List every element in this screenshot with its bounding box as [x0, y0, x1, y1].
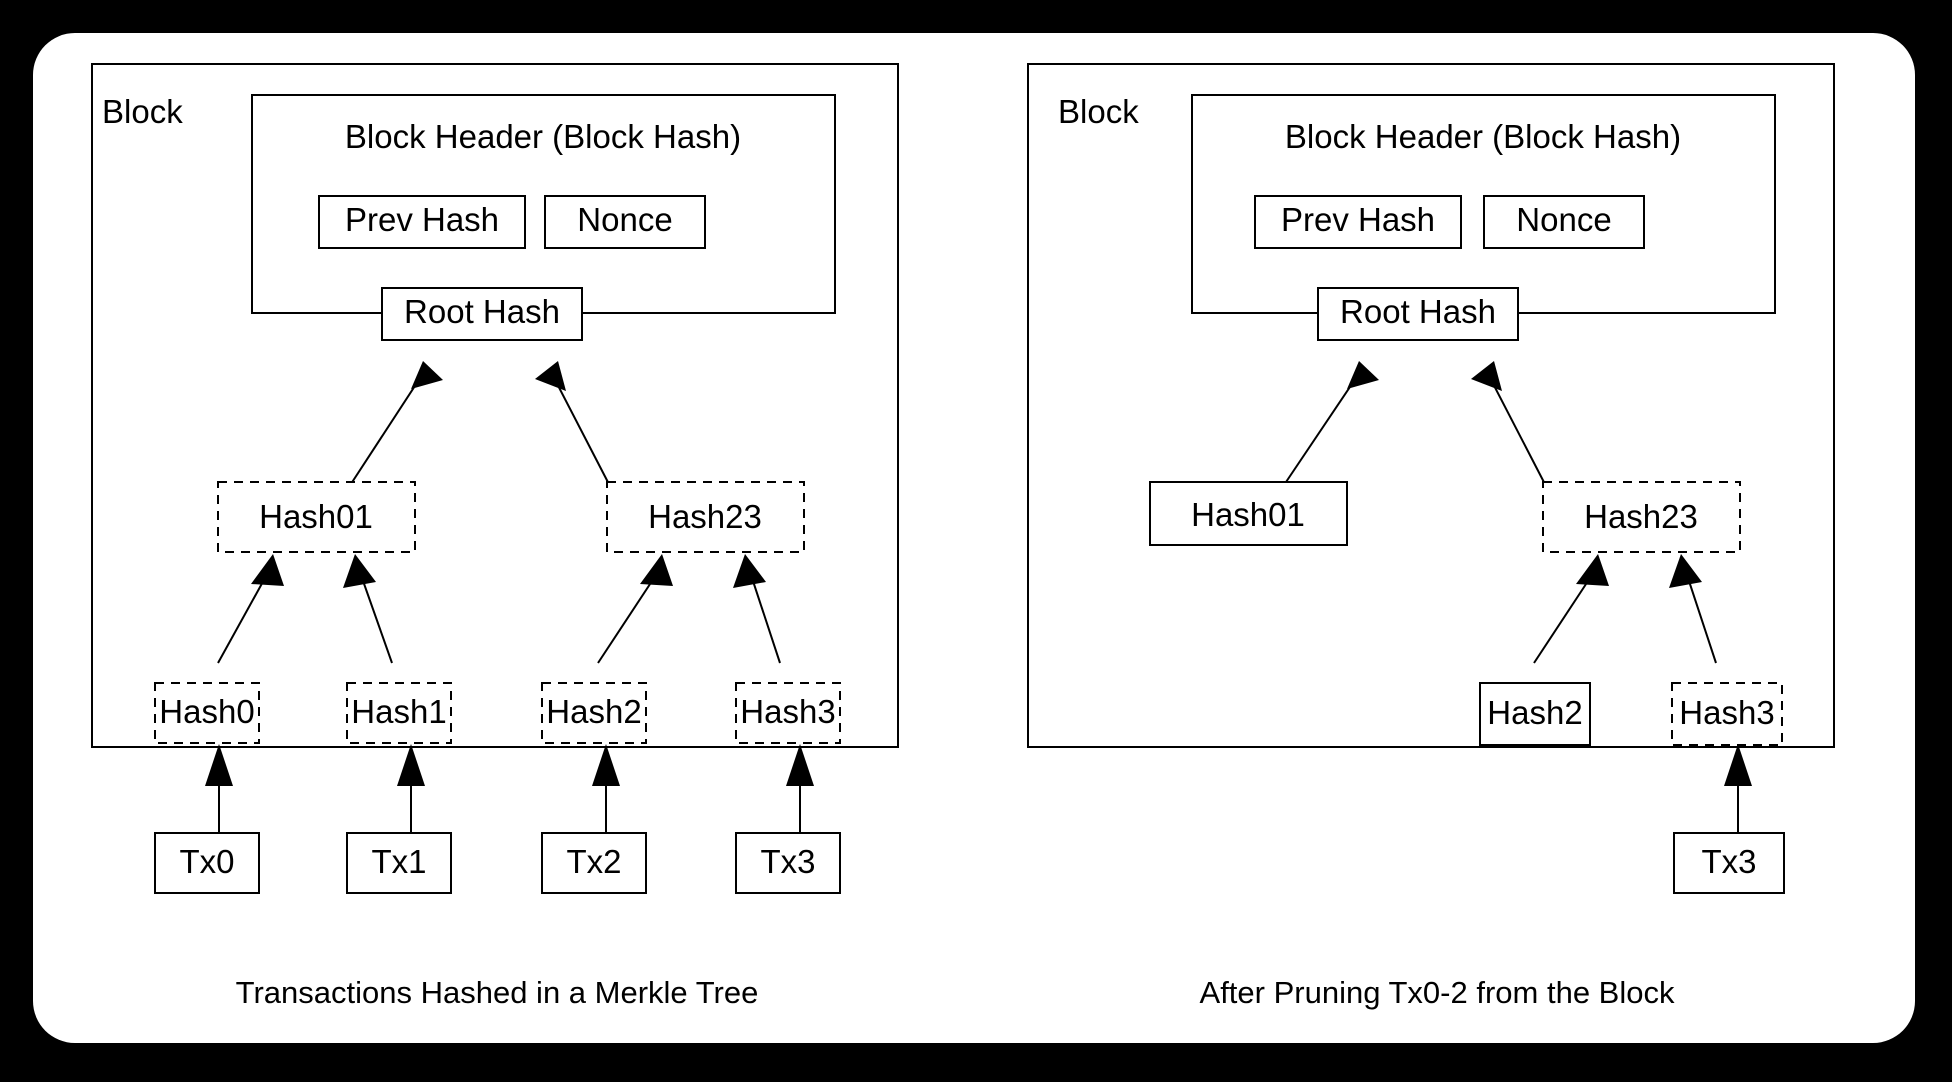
tx3-label: Tx3 — [760, 843, 815, 880]
merkle-tree-caption: Transactions Hashed in a Merkle Tree — [236, 975, 759, 1010]
hash23-label-pruned: Hash23 — [1584, 498, 1698, 535]
edge-hash01-root — [346, 371, 425, 491]
hash1-label: Hash1 — [351, 693, 446, 730]
edge-hash23-root-pruned — [1486, 371, 1549, 491]
tx3-label-pruned: Tx3 — [1701, 843, 1756, 880]
edge-hash0-hash01 — [217, 577, 266, 664]
root-hash-label-pruned: Root Hash — [1340, 293, 1496, 330]
tx1-label: Tx1 — [371, 843, 426, 880]
arrowhead-hash1-hash01 — [343, 554, 376, 588]
arrowhead-hash2-hash23 — [640, 554, 673, 586]
tx0-label: Tx0 — [179, 843, 234, 880]
arrowhead-hash23-root — [535, 361, 566, 391]
edge-hash2-hash23 — [597, 577, 655, 664]
diagram-canvas: Block Block Header (Block Hash) Prev Has… — [91, 63, 1835, 1010]
block-outline — [91, 63, 899, 748]
arrowhead-tx0-hash0 — [205, 744, 233, 786]
root-hash-label: Root Hash — [404, 293, 560, 330]
edge-hash3-hash23 — [751, 577, 781, 664]
block-header-title: Block Header (Block Hash) — [345, 118, 741, 155]
block-header-title-pruned: Block Header (Block Hash) — [1285, 118, 1681, 155]
arrowhead-hash3-hash23 — [733, 554, 766, 588]
edge-hash2-hash23-pruned — [1533, 577, 1591, 664]
edge-hash23-root — [550, 371, 613, 491]
figure-root: Block Block Header (Block Hash) Prev Has… — [0, 0, 1952, 1082]
pruned-block-panel: Block Block Header (Block Hash) Prev Has… — [1027, 63, 1835, 1010]
prev-hash-label: Prev Hash — [345, 201, 499, 238]
hash01-label: Hash01 — [259, 498, 373, 535]
hash0-label: Hash0 — [159, 693, 254, 730]
hash2-label: Hash2 — [546, 693, 641, 730]
arrowhead-hash01-root — [411, 361, 443, 389]
arrowhead-hash23-root-pruned — [1471, 361, 1502, 391]
nonce-label-pruned: Nonce — [1516, 201, 1611, 238]
arrowhead-tx3-hash3 — [786, 744, 814, 786]
block-label: Block — [102, 93, 183, 130]
arrowhead-hash3-hash23-pruned — [1669, 554, 1702, 588]
hash3-label-pruned: Hash3 — [1679, 694, 1774, 731]
merkle-tree-panel: Block Block Header (Block Hash) Prev Has… — [91, 63, 899, 1010]
hash23-label: Hash23 — [648, 498, 762, 535]
edge-hash1-hash01 — [361, 577, 393, 664]
block-label-pruned: Block — [1058, 93, 1139, 130]
hash3-label: Hash3 — [740, 693, 835, 730]
edge-hash3-hash23-pruned — [1687, 577, 1717, 664]
arrowhead-hash01-root-pruned — [1347, 361, 1379, 389]
hash2-label-pruned: Hash2 — [1487, 694, 1582, 731]
prev-hash-label-pruned: Prev Hash — [1281, 201, 1435, 238]
arrowhead-hash0-hash01 — [251, 554, 284, 586]
hash01-label-pruned: Hash01 — [1191, 496, 1305, 533]
arrowhead-hash2-hash23-pruned — [1576, 554, 1609, 586]
nonce-label: Nonce — [577, 201, 672, 238]
edge-hash01-root-pruned — [1283, 371, 1361, 486]
pruned-block-caption: After Pruning Tx0-2 from the Block — [1200, 975, 1675, 1010]
arrowhead-tx1-hash1 — [397, 744, 425, 786]
arrowhead-tx3-hash3-pruned — [1724, 744, 1752, 786]
arrowhead-tx2-hash2 — [592, 744, 620, 786]
tx2-label: Tx2 — [566, 843, 621, 880]
block-outline-pruned — [1027, 63, 1835, 748]
